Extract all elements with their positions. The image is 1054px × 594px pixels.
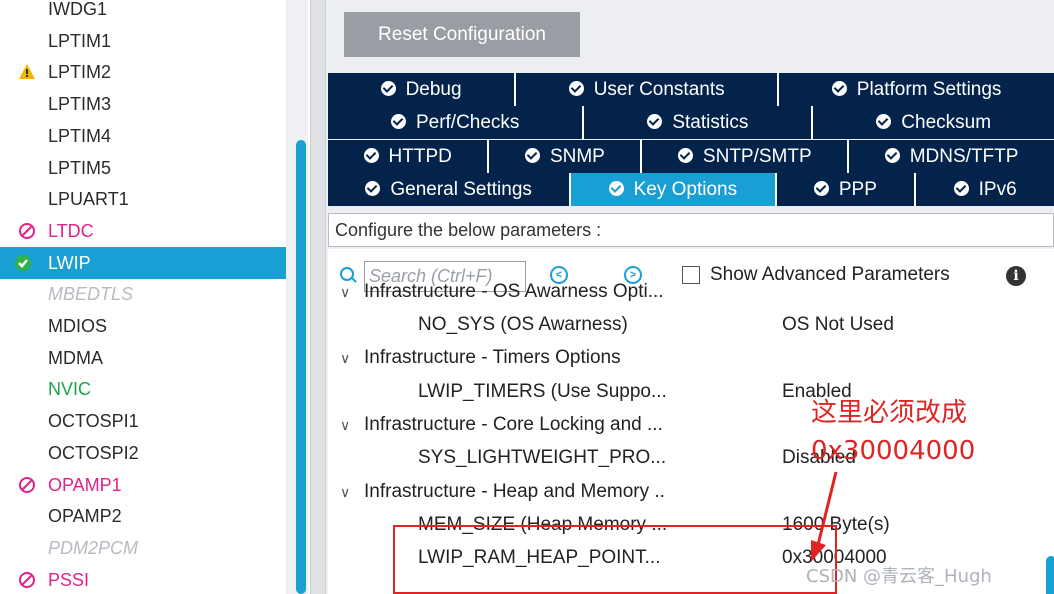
annotation-arrow: [811, 471, 838, 562]
watermark: CSDN @青云客_Hugh: [806, 566, 992, 587]
